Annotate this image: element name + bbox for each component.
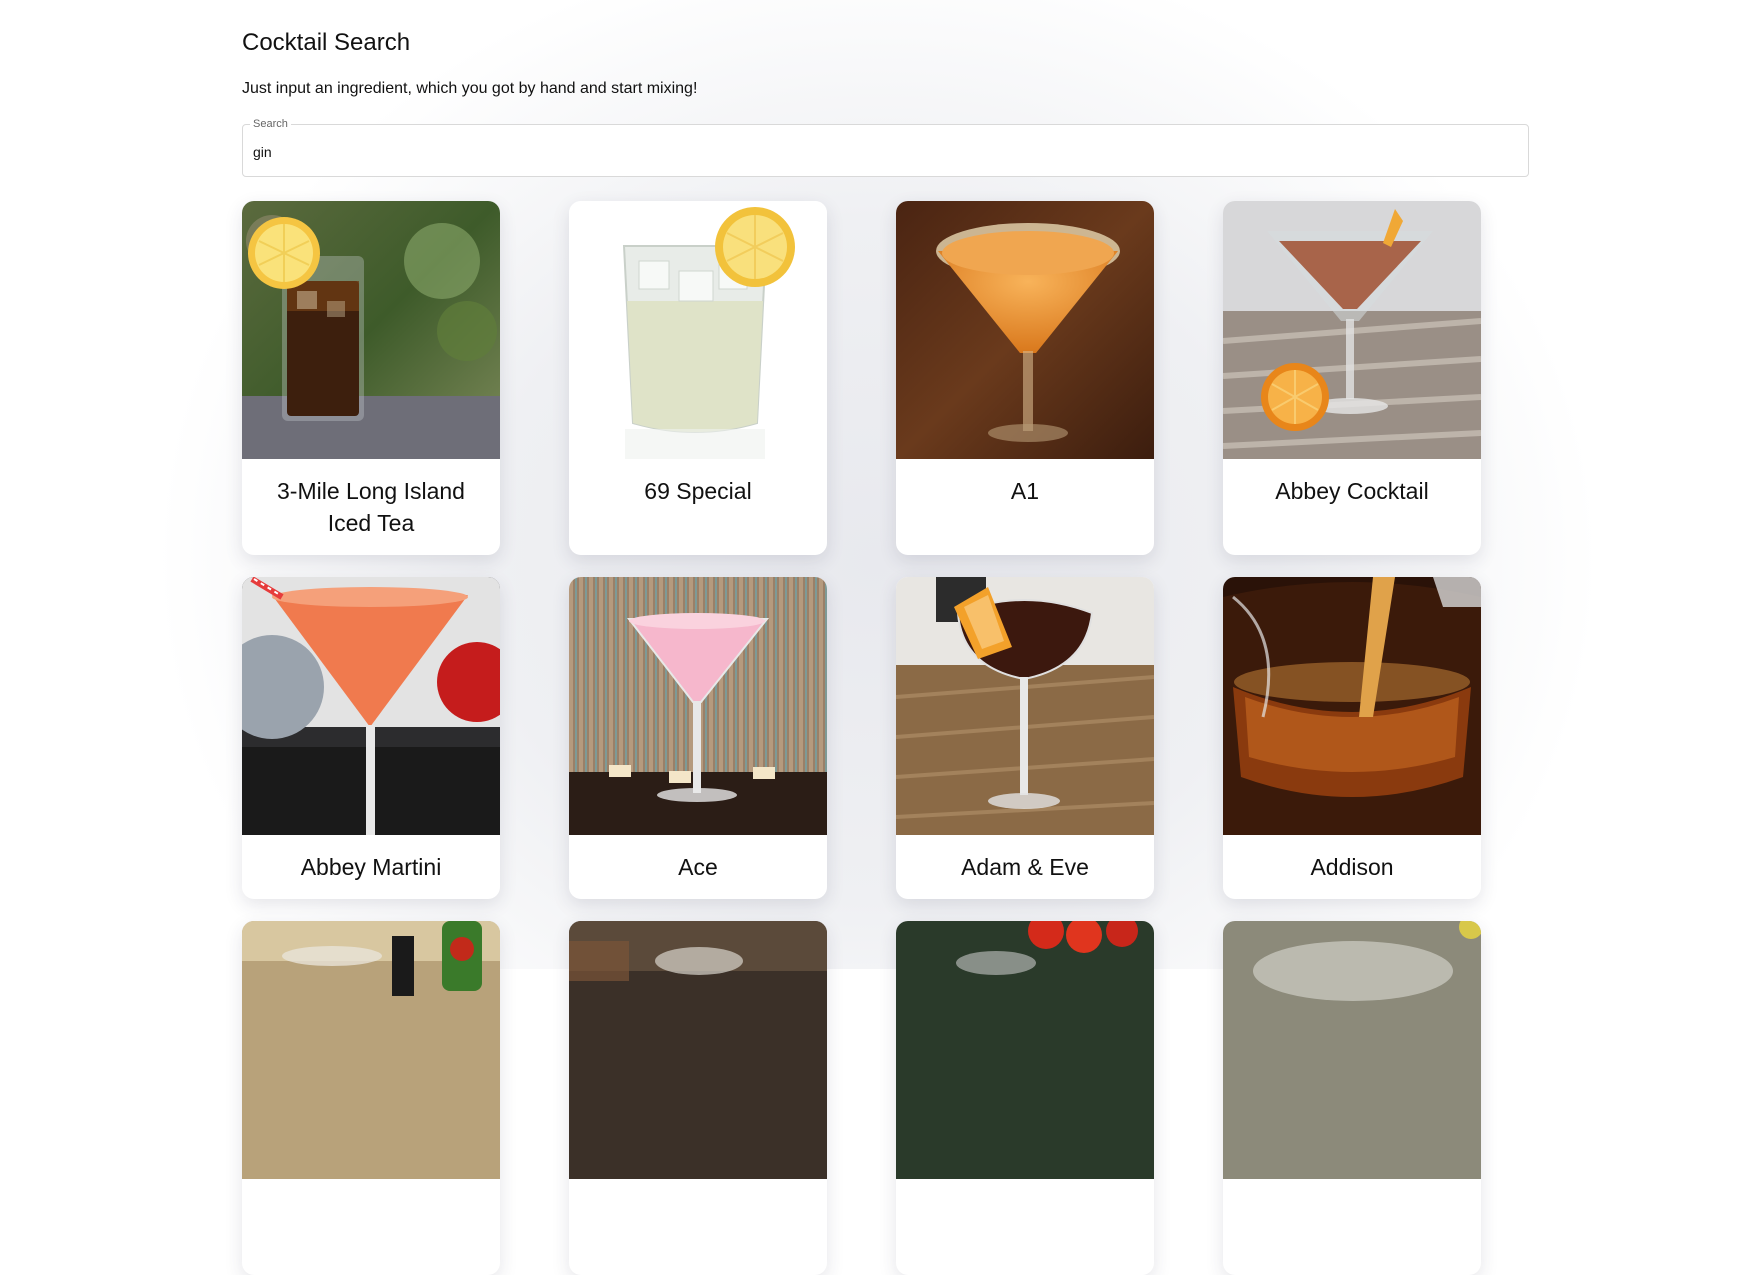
cocktail-card[interactable]: Ace xyxy=(569,577,827,899)
cocktail-name: 69 Special xyxy=(644,478,752,504)
cocktail-card[interactable]: 69 Special xyxy=(569,201,827,555)
cocktail-name: Abbey Cocktail xyxy=(1275,478,1429,504)
cocktail-name xyxy=(896,1179,1154,1195)
cocktail-card[interactable]: A1 xyxy=(896,201,1154,555)
cocktail-name xyxy=(1223,1179,1481,1195)
cocktail-name: A1 xyxy=(1010,478,1040,504)
cocktail-card[interactable] xyxy=(1223,921,1481,1275)
cocktail-name xyxy=(569,1179,827,1195)
page-subtitle: Just input an ingredient, which you got … xyxy=(242,80,698,97)
red-martini-icon xyxy=(242,577,500,835)
search-input[interactable] xyxy=(253,137,1513,167)
page-title: Cocktail Search xyxy=(242,29,411,56)
cocktail-card[interactable] xyxy=(569,921,827,1275)
tomatoes-glass-icon xyxy=(896,921,1154,1179)
cocktail-card[interactable]: Abbey Martini xyxy=(242,577,500,899)
cocktail-name: Abbey Martini xyxy=(300,854,442,880)
cocktail-name: 3-Mile Long Island Iced Tea xyxy=(277,478,465,536)
cocktail-card[interactable] xyxy=(242,921,500,1275)
amber-pour-icon xyxy=(1223,577,1481,835)
cocktail-card[interactable]: 3-Mile Long Island Iced Tea xyxy=(242,201,500,555)
pink-martini-icon xyxy=(569,577,827,835)
iced-tea-highball-icon xyxy=(242,201,500,459)
search-field[interactable]: Search xyxy=(242,118,1529,177)
cocktail-card[interactable]: Adam & Eve xyxy=(896,577,1154,899)
bottles-glass-icon xyxy=(242,921,500,1179)
cocktail-name xyxy=(242,1179,500,1195)
cocktail-card[interactable]: Addison xyxy=(1223,577,1481,899)
search-label: Search xyxy=(250,118,291,130)
martini-orange-slice-icon xyxy=(1223,201,1481,459)
cocktail-name: Ace xyxy=(678,854,718,880)
dark-coupe-orange-peel-icon xyxy=(896,577,1154,835)
lemon-rocks-glass-icon xyxy=(569,201,827,459)
cocktail-card[interactable]: Abbey Cocktail xyxy=(1223,201,1481,555)
cocktail-grid: 3-Mile Long Island Iced Tea 69 Special A… xyxy=(242,201,1481,1275)
cocktail-name: Adam & Eve xyxy=(961,854,1089,880)
cocktail-name: Addison xyxy=(1310,854,1394,880)
cocktail-card[interactable] xyxy=(896,921,1154,1275)
orange-martini-icon xyxy=(896,201,1154,459)
clear-glass-icon xyxy=(1223,921,1481,1179)
dark-bar-glass-icon xyxy=(569,921,827,1179)
